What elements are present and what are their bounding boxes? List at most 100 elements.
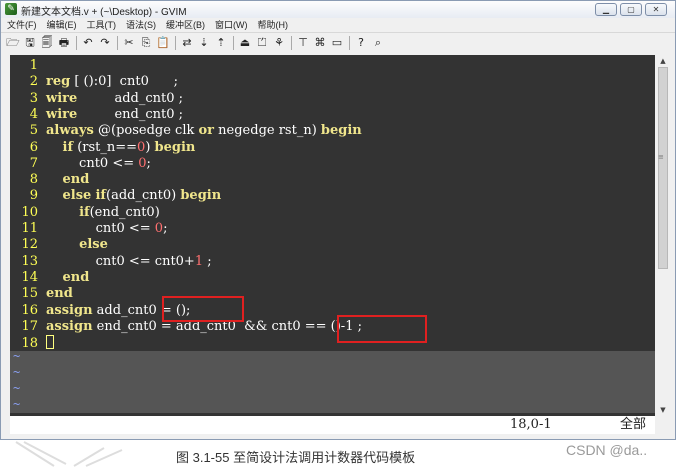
- code-number: 1: [194, 253, 204, 269]
- line-number: 15: [21, 286, 38, 302]
- code-keyword: wire: [46, 106, 78, 122]
- code-token: @(posedge clk: [93, 123, 199, 139]
- code-token: (end_cnt0): [89, 204, 160, 220]
- code-token: cnt0 <=: [46, 221, 155, 236]
- scroll-up-icon[interactable]: ▲: [656, 55, 670, 67]
- code-line[interactable]: 8 end: [10, 172, 90, 188]
- line-number: 4: [29, 106, 38, 122]
- menu-buffers[interactable]: 缓冲区(B): [166, 18, 205, 32]
- save-icon[interactable]: 🖫: [22, 35, 38, 51]
- code-keyword: always: [46, 123, 94, 139]
- menu-window[interactable]: 窗口(W): [215, 18, 248, 32]
- code-line[interactable]: 14 end: [10, 270, 89, 286]
- minimize-button[interactable]: ▁: [595, 3, 617, 16]
- csdn-watermark: CSDN @da..: [566, 442, 648, 458]
- code-line[interactable]: 3 wire add_cnt0 ;: [10, 91, 183, 107]
- save-all-icon[interactable]: 🗐: [39, 35, 55, 51]
- toolbar-separator: [233, 35, 234, 50]
- undo-icon[interactable]: ↶: [80, 35, 96, 51]
- open-file-icon[interactable]: 🗁: [5, 35, 21, 51]
- window-controls: ▁ ▢ ✕: [595, 3, 667, 16]
- code-line[interactable]: 15 end: [10, 286, 73, 302]
- code-keyword: wire: [46, 90, 78, 106]
- code-line[interactable]: 11 cnt0 <= 0;: [10, 221, 167, 237]
- line-number: 11: [21, 221, 38, 236]
- toolbar-separator: [175, 35, 176, 50]
- replace-icon[interactable]: ⇄: [179, 35, 195, 51]
- filler-tilde: ~: [13, 349, 21, 363]
- text-cursor: [46, 335, 54, 350]
- code-token: ;: [163, 221, 168, 236]
- code-token: end_cnt0 ;: [77, 106, 183, 122]
- window-title: 新建文本文档.v + (~\Desktop) - GVIM: [21, 7, 187, 18]
- code-keyword: begin: [320, 123, 362, 139]
- code-line[interactable]: 1: [10, 58, 46, 74]
- code-token: cnt0 <=: [46, 155, 139, 171]
- code-keyword: reg: [46, 74, 71, 90]
- load-session-icon[interactable]: ⏏: [237, 35, 253, 51]
- menu-tools[interactable]: 工具(T): [87, 18, 117, 32]
- line-number: 17: [21, 318, 38, 334]
- code-line[interactable]: 9 else if(add_cnt0) begin: [10, 188, 221, 204]
- code-keyword: assign: [46, 302, 93, 318]
- code-line[interactable]: 6 if (rst_n==0) begin: [10, 139, 196, 156]
- filler-tilde: ~: [13, 365, 21, 379]
- print-icon[interactable]: 🖶: [56, 35, 72, 51]
- tags-icon[interactable]: ▭: [329, 35, 345, 51]
- line-number: 14: [21, 269, 38, 285]
- menu-help[interactable]: 帮助(H): [258, 18, 289, 32]
- find-next-icon[interactable]: ⇣: [196, 35, 212, 51]
- maximize-button[interactable]: ▢: [620, 3, 642, 16]
- code-keyword: else: [62, 188, 92, 204]
- title-bar[interactable]: ✎ 新建文本文档.v + (~\Desktop) - GVIM ▁ ▢ ✕: [1, 1, 675, 18]
- editor-area[interactable]: 1 2 reg [ ():0] cnt0 ; 3 wire add_cnt0 ; 4 wir…: [10, 55, 655, 416]
- code-token: (add_cnt0): [106, 188, 181, 204]
- code-token: [ ():0] cnt0 ;: [70, 74, 179, 90]
- close-button[interactable]: ✕: [645, 3, 667, 16]
- code-line[interactable]: 2 reg [ ():0] cnt0 ;: [10, 74, 178, 90]
- code-line[interactable]: 7 cnt0 <= 0;: [10, 156, 151, 172]
- copy-icon[interactable]: ⎘: [138, 35, 154, 51]
- make-icon[interactable]: ⊤: [295, 35, 311, 51]
- menu-file[interactable]: 文件(F): [7, 18, 37, 32]
- find-help-icon[interactable]: ⌕: [370, 35, 386, 51]
- code-line[interactable]: 10 if(end_cnt0): [10, 204, 160, 221]
- shell-icon[interactable]: ⌘: [312, 35, 328, 51]
- scroll-thumb[interactable]: [658, 67, 668, 269]
- line-number: 5: [29, 123, 38, 139]
- code-token: ;: [146, 155, 151, 171]
- scroll-down-icon[interactable]: ▼: [656, 404, 670, 416]
- code-line[interactable]: 4 wire end_cnt0 ;: [10, 107, 183, 123]
- redo-icon[interactable]: ↷: [97, 35, 113, 51]
- toolbar: 🗁 🖫 🗐 🖶 ↶ ↷ ✂ ⎘ 📋 ⇄ ⇣ ⇡ ⏏ ⏍ ⚘ ⊤ ⌘ ▭ ? ⌕: [1, 32, 675, 52]
- find-previous-icon[interactable]: ⇡: [213, 35, 229, 51]
- scroll-percent: 全部: [620, 417, 647, 432]
- code-line[interactable]: 13 cnt0 <= cnt0+1 ;: [10, 253, 211, 270]
- code-token: cnt0 <= cnt0+: [46, 253, 195, 269]
- cut-icon[interactable]: ✂: [121, 35, 137, 51]
- cursor-position: 18,0-1: [510, 417, 552, 432]
- empty-buffer-area: ~ ~ ~ ~: [10, 349, 655, 413]
- help-icon[interactable]: ?: [353, 35, 369, 51]
- gvim-window: ✎ 新建文本文档.v + (~\Desktop) - GVIM ▁ ▢ ✕ 文件…: [0, 0, 676, 440]
- paste-icon[interactable]: 📋: [155, 35, 171, 51]
- run-script-icon[interactable]: ⚘: [271, 35, 287, 51]
- code-number: 0: [138, 155, 147, 171]
- code-keyword: end: [46, 286, 73, 302]
- menu-syntax[interactable]: 语法(S): [126, 18, 156, 32]
- code-line[interactable]: 5 always @(posedge clk or negedge rst_n) …: [10, 123, 362, 139]
- code-token: (rst_n==: [73, 139, 138, 155]
- line-number: 9: [29, 188, 38, 204]
- line-number: 6: [29, 139, 38, 155]
- line-number: 16: [21, 302, 38, 318]
- menu-edit[interactable]: 编辑(E): [47, 18, 77, 32]
- code-line[interactable]: 12 else: [10, 237, 107, 253]
- save-session-icon[interactable]: ⏍: [254, 35, 270, 51]
- code-keyword: end: [62, 269, 90, 285]
- vertical-scrollbar[interactable]: ▲ ≡ ▼: [656, 55, 670, 416]
